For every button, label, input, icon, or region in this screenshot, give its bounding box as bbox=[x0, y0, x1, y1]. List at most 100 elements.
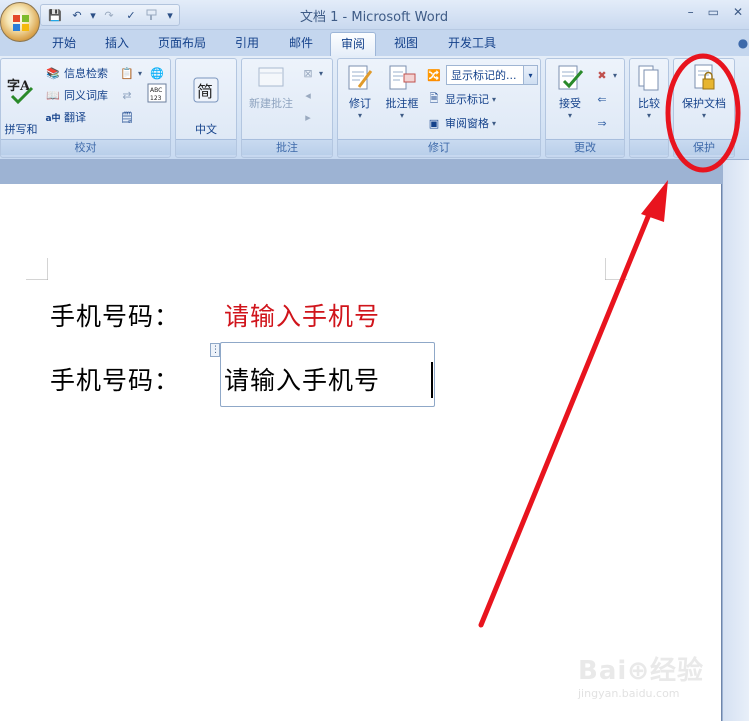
track-changes-label: 修订 bbox=[349, 97, 371, 110]
balloons-icon bbox=[389, 65, 416, 90]
minimize-button[interactable]: – bbox=[688, 5, 694, 19]
tab-review[interactable]: 审阅 bbox=[330, 32, 376, 56]
previous-change-icon: ⇐ bbox=[597, 92, 607, 106]
group-chinese-conversion: 简 中文 简繁转换 ▾ bbox=[175, 58, 237, 158]
next-comment-icon: ▸ bbox=[305, 110, 311, 124]
tab-page-layout[interactable]: 页面布局 bbox=[150, 32, 214, 56]
customize-qat-icon[interactable]: ▾ bbox=[165, 6, 175, 24]
next-change-button[interactable]: ⇒ bbox=[594, 113, 610, 133]
language-button[interactable]: 🌐 bbox=[149, 63, 165, 83]
group-proofing: 字A 拼写和 语法 📚 信息检索 📖 同义词库 a中 翻译 📋▾ 🌐 ⇄ bbox=[0, 58, 171, 158]
reviewing-pane-label: 审阅窗格 bbox=[445, 117, 489, 130]
research-icon: 📚 bbox=[46, 66, 60, 80]
close-button[interactable]: ✕ bbox=[733, 5, 743, 19]
group-tracking: 修订 ▾ 批注框 ▾ 🔀 显示标记的... ▾ 🗎 显示标记 ▾ ▣ 审阅窗格 ▾ bbox=[337, 58, 541, 158]
format-painter-icon[interactable] bbox=[143, 6, 163, 24]
undo-icon[interactable]: ↶ bbox=[67, 6, 87, 24]
new-comment-button[interactable]: 新建批注 bbox=[242, 63, 300, 111]
next-comment-button[interactable]: ▸ bbox=[300, 107, 316, 127]
undo-dropdown-icon[interactable]: ▾ bbox=[89, 6, 97, 24]
quick-access-toolbar: 💾 ↶ ▾ ↷ ✓ ▾ bbox=[40, 4, 180, 26]
margin-corner-mark-right bbox=[605, 258, 627, 280]
group-changes-label: 更改 bbox=[546, 139, 624, 155]
display-for-review-icon: 🔀 bbox=[427, 68, 441, 82]
group-chinese-label bbox=[176, 139, 236, 155]
tab-insert[interactable]: 插入 bbox=[96, 32, 138, 56]
compare-button[interactable]: 比较 ▾ bbox=[630, 63, 668, 120]
word-count-button[interactable]: ABC 123 bbox=[147, 83, 167, 103]
redo-icon[interactable]: ↷ bbox=[99, 6, 119, 24]
line2-label: 手机号码： bbox=[50, 366, 181, 395]
document-top-strip bbox=[0, 160, 749, 184]
vertical-scrollbar[interactable] bbox=[722, 160, 749, 721]
document-page[interactable] bbox=[0, 184, 722, 721]
watermark-url: jingyan.baidu.com bbox=[578, 687, 680, 700]
translate-icon: a中 bbox=[45, 113, 61, 124]
group-proofing-label: 校对 bbox=[1, 139, 170, 155]
document-map-button[interactable]: 🗒 bbox=[119, 107, 135, 127]
office-logo-icon bbox=[13, 15, 29, 31]
set-language-button[interactable]: ⇄ bbox=[119, 85, 135, 105]
translate-button[interactable]: a中 翻译 bbox=[45, 107, 86, 127]
watermark-brand: Bai⊕经验 bbox=[578, 656, 705, 686]
ribbon-tab-bar: 开始 插入 页面布局 引用 邮件 审阅 视图 开发工具 ● bbox=[0, 30, 749, 56]
tab-references[interactable]: 引用 bbox=[226, 32, 268, 56]
next-change-icon: ⇒ bbox=[597, 116, 607, 130]
reject-button[interactable]: ✖ ▾ bbox=[594, 65, 617, 85]
previous-comment-icon: ◂ bbox=[305, 88, 311, 102]
protect-document-button[interactable]: 保护文档 ▾ bbox=[674, 63, 734, 120]
group-protect-label: 保护 bbox=[674, 139, 734, 155]
set-language-icon: ⇄ bbox=[122, 88, 132, 102]
spelling-check-icon[interactable]: ✓ bbox=[121, 6, 141, 24]
title-bar: 💾 ↶ ▾ ↷ ✓ ▾ 文档 1 - Microsoft Word – ▭ ✕ bbox=[0, 0, 749, 30]
thesaurus-button[interactable]: 📖 同义词库 bbox=[45, 85, 108, 105]
tab-mailings[interactable]: 邮件 bbox=[280, 32, 322, 56]
group-comments: 新建批注 ⊠ ▾ ◂ ▸ 批注 bbox=[241, 58, 333, 158]
balloons-button[interactable]: 批注框 ▾ bbox=[382, 63, 422, 120]
reject-icon: ✖ bbox=[597, 68, 607, 82]
protect-document-icon bbox=[694, 64, 715, 90]
display-for-review-icon-btn[interactable]: 🔀 bbox=[426, 65, 442, 85]
display-for-review-dropdown-icon[interactable]: ▾ bbox=[523, 66, 537, 84]
group-changes: 接受 ▾ ✖ ▾ ⇐ ⇒ 更改 bbox=[545, 58, 625, 158]
reviewing-pane-button[interactable]: ▣ 审阅窗格 ▾ bbox=[426, 113, 496, 133]
reviewing-pane-icon: ▣ bbox=[428, 116, 440, 130]
show-markup-label: 显示标记 bbox=[445, 93, 489, 106]
accept-button[interactable]: 接受 ▾ bbox=[548, 63, 592, 120]
accept-icon bbox=[558, 65, 584, 90]
delete-comment-button[interactable]: ⊠ ▾ bbox=[300, 63, 323, 83]
content-control-handle[interactable]: ⋮ bbox=[210, 343, 220, 357]
show-markup-button[interactable]: 🗎 显示标记 ▾ bbox=[426, 89, 496, 109]
group-comments-label: 批注 bbox=[242, 139, 332, 155]
translation-tooltip-button[interactable]: 📋 ▾ bbox=[119, 63, 142, 83]
track-changes-icon bbox=[348, 65, 373, 90]
margin-corner-mark-left bbox=[26, 258, 48, 280]
previous-change-button[interactable]: ⇐ bbox=[594, 89, 610, 109]
group-protect: 保护文档 ▾ 保护 bbox=[673, 58, 735, 158]
svg-text:简: 简 bbox=[197, 82, 213, 101]
word-count-icon: ABC 123 bbox=[147, 83, 167, 103]
office-button[interactable] bbox=[0, 2, 40, 42]
tab-view[interactable]: 视图 bbox=[386, 32, 426, 56]
line2-value[interactable]: 请输入手机号 bbox=[224, 361, 380, 397]
show-markup-icon: 🗎 bbox=[429, 91, 439, 105]
save-icon[interactable]: 💾 bbox=[45, 6, 65, 24]
svg-text:123: 123 bbox=[150, 95, 162, 102]
help-icon[interactable]: ● bbox=[736, 32, 749, 56]
maximize-button[interactable]: ▭ bbox=[708, 5, 719, 19]
line1-label: 手机号码： bbox=[50, 302, 181, 331]
tab-developer[interactable]: 开发工具 bbox=[440, 32, 504, 56]
tab-home[interactable]: 开始 bbox=[44, 32, 84, 56]
previous-comment-button[interactable]: ◂ bbox=[300, 85, 316, 105]
new-comment-icon bbox=[258, 67, 284, 87]
group-tracking-label: 修订 bbox=[338, 139, 540, 155]
svg-text:ABC: ABC bbox=[150, 87, 162, 94]
thesaurus-label: 同义词库 bbox=[64, 89, 108, 102]
display-for-review-select[interactable]: 显示标记的... ▾ bbox=[446, 65, 538, 85]
compare-label: 比较 bbox=[638, 97, 660, 110]
baidu-watermark: Bai⊕经验 jingyan.baidu.com bbox=[578, 650, 704, 700]
research-button[interactable]: 📚 信息检索 bbox=[45, 63, 108, 83]
track-changes-button[interactable]: 修订 ▾ bbox=[340, 63, 380, 120]
translate-label: 翻译 bbox=[64, 111, 86, 124]
line1-value: 请输入手机号 bbox=[224, 302, 381, 331]
